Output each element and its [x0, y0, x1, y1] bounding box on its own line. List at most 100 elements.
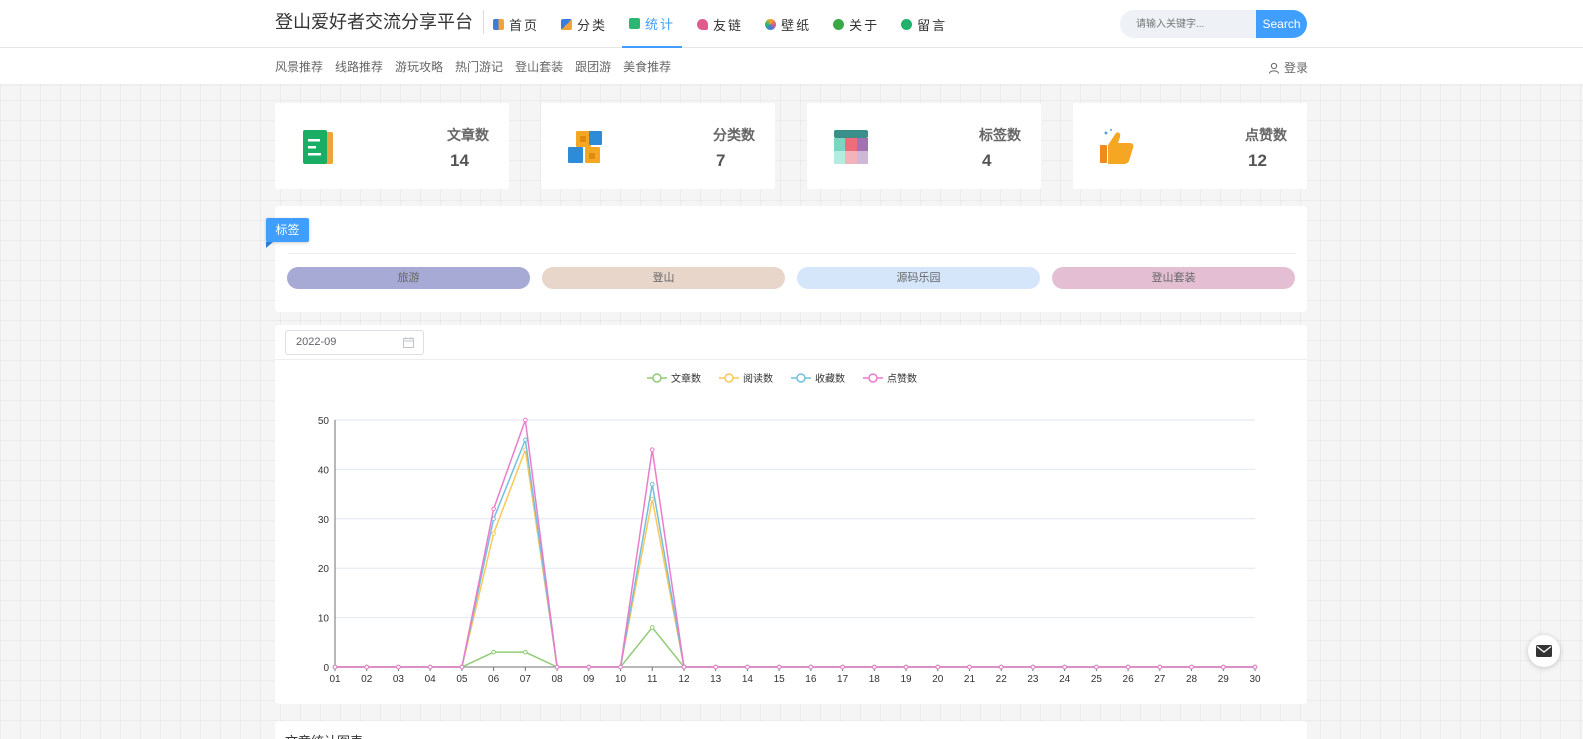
- series-group: [332, 436, 1258, 670]
- x-tick-label: 03: [393, 674, 405, 685]
- data-point: [491, 506, 496, 512]
- legend-item: 阅读数: [719, 372, 773, 385]
- data-point: [523, 437, 528, 443]
- x-tick-label: 04: [425, 674, 437, 685]
- subnav-item[interactable]: 美食推荐: [623, 58, 671, 75]
- chart-axes: 0 10 20 30 40 50 01 02 03 04 05 06 07 08 09 10 11 12 13 14 1…: [318, 416, 1261, 685]
- data-point: [1125, 664, 1131, 670]
- about-icon: [833, 18, 845, 30]
- nav-wallpaper-label: 壁纸: [781, 17, 812, 33]
- x-tick-label: 18: [869, 674, 881, 685]
- x-tick-label: 12: [678, 674, 690, 685]
- mail-icon: [1536, 645, 1552, 657]
- data-point: [649, 481, 655, 487]
- tag-grid-icon: [834, 130, 868, 164]
- data-point: [713, 664, 718, 670]
- article-chart-panel: 文章统计图表: [275, 721, 1307, 739]
- y-tick-label: 0: [323, 663, 329, 674]
- login-link[interactable]: 登录: [1268, 59, 1308, 76]
- nav-wallpaper[interactable]: 壁纸: [758, 0, 818, 48]
- search-button[interactable]: Search: [1256, 10, 1307, 38]
- subnav-item[interactable]: 游玩攻略: [395, 58, 443, 75]
- chart-legend: 文章数 阅读数 收藏数 点赞数: [647, 372, 917, 385]
- x-tick-label: 07: [520, 674, 532, 685]
- nav-home[interactable]: 首页: [486, 0, 546, 48]
- data-point: [649, 447, 655, 452]
- article-icon: [303, 130, 333, 164]
- legend-marker: [868, 373, 878, 383]
- x-tick-label: 29: [1218, 674, 1230, 685]
- subnav-item[interactable]: 跟团游: [575, 58, 611, 75]
- login-label: 登录: [1284, 61, 1309, 75]
- data-point: [618, 664, 623, 670]
- tag-pill[interactable]: 旅游: [287, 267, 530, 289]
- legend-item: 点赞数: [863, 372, 917, 385]
- data-point: [935, 664, 941, 670]
- data-point: [554, 664, 560, 670]
- x-tick-label: 05: [456, 674, 468, 685]
- nav-category[interactable]: 分类: [554, 0, 614, 48]
- chart-series: [332, 417, 1258, 670]
- tag-pill[interactable]: 登山: [542, 267, 785, 289]
- x-tick-label: 08: [552, 674, 564, 685]
- stat-label: 文章数: [447, 127, 489, 143]
- data-point: [459, 664, 465, 670]
- x-tick-label: 26: [1123, 674, 1135, 685]
- data-point: [1094, 664, 1099, 670]
- nav-statistics[interactable]: 统计: [622, 0, 683, 48]
- category-icon: [561, 18, 573, 30]
- tags-panel: [275, 206, 1307, 312]
- user-icon: [1269, 62, 1279, 74]
- nav-about-label: 关于: [849, 17, 880, 33]
- ribbon-fold: [266, 242, 273, 248]
- nav-statistics-label: 统计: [645, 16, 676, 32]
- month-picker[interactable]: 2022-09: [285, 330, 424, 355]
- data-point: [523, 649, 528, 655]
- tag-pill[interactable]: 登山套装: [1052, 267, 1295, 289]
- stat-value: 14: [450, 151, 469, 170]
- legend-marker: [724, 373, 734, 383]
- series-group: [332, 625, 1258, 670]
- tag-pill[interactable]: 源码乐园: [797, 267, 1040, 289]
- nav-message[interactable]: 留言: [894, 0, 954, 48]
- site-title[interactable]: 登山爱好者交流分享平台: [275, 10, 484, 34]
- legend-label: 阅读数: [743, 372, 773, 385]
- data-point: [745, 664, 750, 670]
- tags-title: 标签: [266, 218, 309, 242]
- nav-about[interactable]: 关于: [826, 0, 886, 48]
- data-point: [967, 664, 972, 670]
- month-picker-value: 2022-09: [296, 336, 337, 348]
- x-tick-label: 20: [932, 674, 944, 685]
- subnav-item[interactable]: 登山套装: [515, 58, 563, 75]
- subnav-item[interactable]: 热门游记: [455, 58, 503, 75]
- stat-card-articles: 文章数 14: [275, 103, 509, 189]
- data-point: [332, 664, 338, 670]
- nav-message-label: 留言: [917, 17, 948, 33]
- stat-card-likes: 点赞数 12: [1073, 103, 1307, 189]
- legend-label: 文章数: [671, 372, 701, 385]
- mail-button[interactable]: [1528, 635, 1560, 667]
- legend-item: 收藏数: [791, 372, 845, 385]
- stat-card-tags: 标签数 4: [807, 103, 1041, 189]
- statistics-icon: [629, 17, 641, 29]
- data-point: [1189, 664, 1194, 670]
- stat-card-categories: 分类数 7: [541, 103, 775, 189]
- stat-value: 12: [1248, 151, 1267, 170]
- nav-friend-links[interactable]: 友链: [690, 0, 750, 48]
- legend-item: 文章数: [647, 372, 701, 385]
- data-point: [491, 649, 496, 655]
- search-input[interactable]: [1120, 10, 1256, 38]
- x-tick-label: 11: [647, 674, 658, 685]
- x-tick-label: 25: [1091, 674, 1103, 685]
- data-point: [396, 664, 401, 670]
- subnav-item[interactable]: 风景推荐: [275, 58, 323, 75]
- stat-label: 标签数: [979, 127, 1021, 143]
- data-point: [649, 625, 655, 630]
- friend-link-icon: [697, 18, 709, 30]
- data-point: [1220, 664, 1226, 670]
- nav-friend-links-label: 友链: [713, 17, 744, 33]
- x-tick-label: 17: [837, 674, 849, 685]
- series-line: [335, 419, 1255, 668]
- x-tick-label: 14: [742, 674, 754, 685]
- subnav-item[interactable]: 线路推荐: [335, 58, 383, 75]
